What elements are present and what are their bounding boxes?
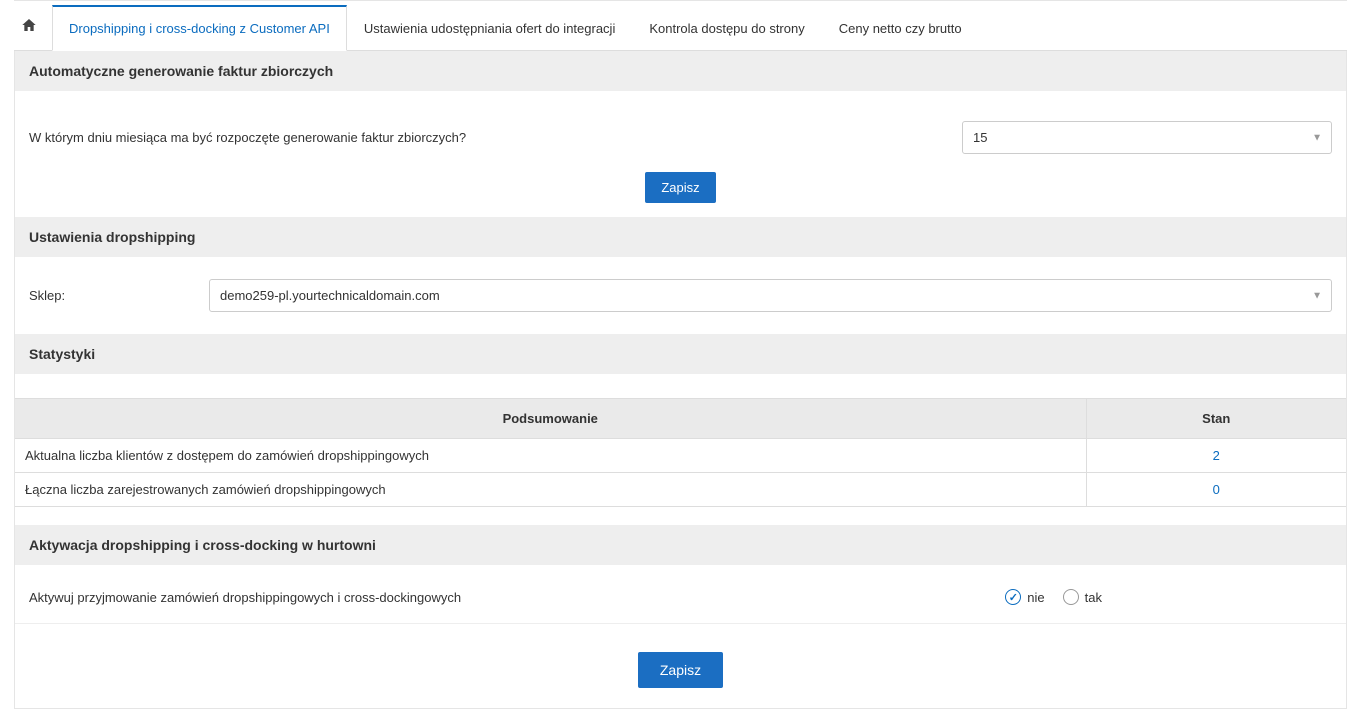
- invoice-day-label: W którym dniu miesiąca ma być rozpoczęte…: [29, 130, 962, 145]
- invoice-day-select[interactable]: 15: [962, 121, 1332, 154]
- radio-yes[interactable]: tak: [1063, 589, 1102, 605]
- section-header-auto-invoice: Automatyczne generowanie faktur zbiorczy…: [15, 51, 1346, 91]
- section-header-dropship: Ustawienia dropshipping: [15, 217, 1346, 257]
- home-icon[interactable]: [14, 7, 52, 48]
- tab-access-control[interactable]: Kontrola dostępu do strony: [632, 6, 821, 50]
- stat-label: Aktualna liczba klientów z dostępem do z…: [15, 439, 1086, 473]
- save-button-activation[interactable]: Zapisz: [638, 652, 723, 688]
- col-state: Stan: [1086, 399, 1346, 439]
- tab-bar: Dropshipping i cross-docking z Customer …: [14, 5, 1347, 51]
- stat-value-link[interactable]: 2: [1213, 448, 1220, 463]
- section-header-stats: Statystyki: [15, 334, 1346, 374]
- stats-table: Podsumowanie Stan Aktualna liczba klient…: [15, 398, 1346, 507]
- section-header-activation: Aktywacja dropshipping i cross-docking w…: [15, 525, 1346, 565]
- tab-dropshipping-api[interactable]: Dropshipping i cross-docking z Customer …: [52, 5, 347, 51]
- radio-yes-label: tak: [1085, 590, 1102, 605]
- col-summary: Podsumowanie: [15, 399, 1086, 439]
- activation-radio-group: ✓ nie tak: [1005, 589, 1332, 605]
- activation-label: Aktywuj przyjmowanie zamówień dropshippi…: [29, 590, 1005, 605]
- radio-no-label: nie: [1027, 590, 1044, 605]
- shop-label: Sklep:: [29, 288, 169, 303]
- main-panel: Automatyczne generowanie faktur zbiorczy…: [14, 51, 1347, 709]
- table-row: Aktualna liczba klientów z dostępem do z…: [15, 439, 1346, 473]
- stat-value-link[interactable]: 0: [1213, 482, 1220, 497]
- radio-icon-checked: ✓: [1005, 589, 1021, 605]
- tab-net-gross-prices[interactable]: Ceny netto czy brutto: [822, 6, 979, 50]
- stat-label: Łączna liczba zarejestrowanych zamówień …: [15, 473, 1086, 507]
- tab-offer-sharing[interactable]: Ustawienia udostępniania ofert do integr…: [347, 6, 633, 50]
- radio-no[interactable]: ✓ nie: [1005, 589, 1044, 605]
- shop-select[interactable]: demo259-pl.yourtechnicaldomain.com: [209, 279, 1332, 312]
- save-button-invoice[interactable]: Zapisz: [645, 172, 715, 203]
- radio-icon: [1063, 589, 1079, 605]
- table-row: Łączna liczba zarejestrowanych zamówień …: [15, 473, 1346, 507]
